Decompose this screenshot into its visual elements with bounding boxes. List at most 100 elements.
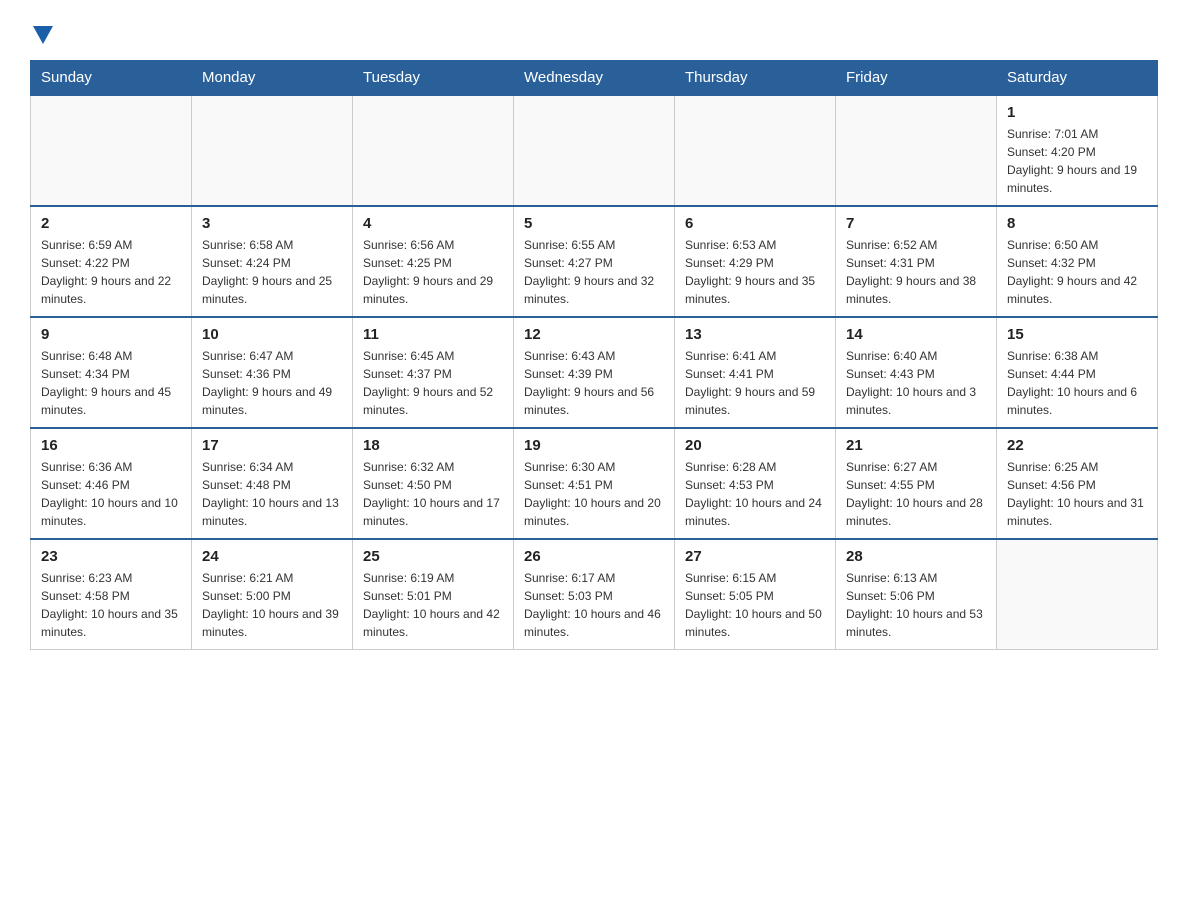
calendar-week-row: 9 Sunrise: 6:48 AMSunset: 4:34 PMDaylight… <box>31 317 1158 428</box>
calendar-cell: 6 Sunrise: 6:53 AMSunset: 4:29 PMDaylight… <box>675 206 836 317</box>
calendar-cell <box>997 539 1158 650</box>
day-number: 25 <box>363 548 503 565</box>
calendar-cell: 9 Sunrise: 6:48 AMSunset: 4:34 PMDaylight… <box>31 317 192 428</box>
day-info: Sunrise: 6:40 AMSunset: 4:43 PMDaylight:… <box>846 347 986 419</box>
day-info: Sunrise: 6:38 AMSunset: 4:44 PMDaylight:… <box>1007 347 1147 419</box>
day-info: Sunrise: 6:34 AMSunset: 4:48 PMDaylight:… <box>202 458 342 530</box>
day-number: 13 <box>685 326 825 343</box>
calendar-cell: 27 Sunrise: 6:15 AMSunset: 5:05 PMDayligh… <box>675 539 836 650</box>
calendar-cell: 13 Sunrise: 6:41 AMSunset: 4:41 PMDayligh… <box>675 317 836 428</box>
day-info: Sunrise: 6:47 AMSunset: 4:36 PMDaylight:… <box>202 347 342 419</box>
weekday-header-saturday: Saturday <box>997 61 1158 96</box>
calendar-cell: 8 Sunrise: 6:50 AMSunset: 4:32 PMDaylight… <box>997 206 1158 317</box>
day-info: Sunrise: 6:52 AMSunset: 4:31 PMDaylight:… <box>846 236 986 308</box>
day-number: 10 <box>202 326 342 343</box>
day-info: Sunrise: 6:41 AMSunset: 4:41 PMDaylight:… <box>685 347 825 419</box>
day-info: Sunrise: 6:15 AMSunset: 5:05 PMDaylight:… <box>685 569 825 641</box>
day-info: Sunrise: 6:53 AMSunset: 4:29 PMDaylight:… <box>685 236 825 308</box>
day-number: 22 <box>1007 437 1147 454</box>
day-number: 9 <box>41 326 181 343</box>
day-number: 26 <box>524 548 664 565</box>
day-info: Sunrise: 6:13 AMSunset: 5:06 PMDaylight:… <box>846 569 986 641</box>
day-number: 8 <box>1007 215 1147 232</box>
calendar-cell: 24Sunrise: 6:21 AMSunset: 5:00 PMDayligh… <box>192 539 353 650</box>
day-number: 23 <box>41 548 181 565</box>
day-number: 2 <box>41 215 181 232</box>
day-info: Sunrise: 6:55 AMSunset: 4:27 PMDaylight:… <box>524 236 664 308</box>
day-number: 6 <box>685 215 825 232</box>
calendar-cell <box>514 95 675 206</box>
weekday-header-friday: Friday <box>836 61 997 96</box>
weekday-header-tuesday: Tuesday <box>353 61 514 96</box>
day-number: 27 <box>685 548 825 565</box>
calendar-cell: 7 Sunrise: 6:52 AMSunset: 4:31 PMDaylight… <box>836 206 997 317</box>
day-info: Sunrise: 6:27 AMSunset: 4:55 PMDaylight:… <box>846 458 986 530</box>
calendar-table: SundayMondayTuesdayWednesdayThursdayFrid… <box>30 60 1158 650</box>
day-info: Sunrise: 6:28 AMSunset: 4:53 PMDaylight:… <box>685 458 825 530</box>
calendar-cell <box>353 95 514 206</box>
calendar-cell: 19 Sunrise: 6:30 AMSunset: 4:51 PMDayligh… <box>514 428 675 539</box>
day-info: Sunrise: 6:19 AMSunset: 5:01 PMDaylight:… <box>363 569 503 641</box>
day-number: 12 <box>524 326 664 343</box>
calendar-cell: 26 Sunrise: 6:17 AMSunset: 5:03 PMDayligh… <box>514 539 675 650</box>
calendar-cell: 2 Sunrise: 6:59 AMSunset: 4:22 PMDaylight… <box>31 206 192 317</box>
day-info: Sunrise: 6:23 AMSunset: 4:58 PMDaylight:… <box>41 569 181 641</box>
weekday-header-wednesday: Wednesday <box>514 61 675 96</box>
day-info: Sunrise: 6:48 AMSunset: 4:34 PMDaylight:… <box>41 347 181 419</box>
day-number: 19 <box>524 437 664 454</box>
day-info: Sunrise: 6:56 AMSunset: 4:25 PMDaylight:… <box>363 236 503 308</box>
calendar-cell: 22 Sunrise: 6:25 AMSunset: 4:56 PMDayligh… <box>997 428 1158 539</box>
calendar-week-row: 23 Sunrise: 6:23 AMSunset: 4:58 PMDayligh… <box>31 539 1158 650</box>
day-info: Sunrise: 6:25 AMSunset: 4:56 PMDaylight:… <box>1007 458 1147 530</box>
calendar-week-row: 16 Sunrise: 6:36 AMSunset: 4:46 PMDayligh… <box>31 428 1158 539</box>
calendar-cell: 18 Sunrise: 6:32 AMSunset: 4:50 PMDayligh… <box>353 428 514 539</box>
calendar-cell: 4 Sunrise: 6:56 AMSunset: 4:25 PMDaylight… <box>353 206 514 317</box>
calendar-cell: 5 Sunrise: 6:55 AMSunset: 4:27 PMDaylight… <box>514 206 675 317</box>
day-info: Sunrise: 6:36 AMSunset: 4:46 PMDaylight:… <box>41 458 181 530</box>
day-info: Sunrise: 6:59 AMSunset: 4:22 PMDaylight:… <box>41 236 181 308</box>
day-info: Sunrise: 6:30 AMSunset: 4:51 PMDaylight:… <box>524 458 664 530</box>
logo-triangle-icon <box>33 26 53 44</box>
calendar-cell: 28 Sunrise: 6:13 AMSunset: 5:06 PMDayligh… <box>836 539 997 650</box>
calendar-cell: 10 Sunrise: 6:47 AMSunset: 4:36 PMDayligh… <box>192 317 353 428</box>
day-info: Sunrise: 6:58 AMSunset: 4:24 PMDaylight:… <box>202 236 342 308</box>
calendar-cell: 15 Sunrise: 6:38 AMSunset: 4:44 PMDayligh… <box>997 317 1158 428</box>
day-number: 18 <box>363 437 503 454</box>
day-number: 21 <box>846 437 986 454</box>
calendar-cell <box>675 95 836 206</box>
day-info: Sunrise: 6:17 AMSunset: 5:03 PMDaylight:… <box>524 569 664 641</box>
calendar-cell: 14 Sunrise: 6:40 AMSunset: 4:43 PMDayligh… <box>836 317 997 428</box>
calendar-cell <box>836 95 997 206</box>
day-info: Sunrise: 6:45 AMSunset: 4:37 PMDaylight:… <box>363 347 503 419</box>
calendar-cell: 12 Sunrise: 6:43 AMSunset: 4:39 PMDayligh… <box>514 317 675 428</box>
weekday-header-thursday: Thursday <box>675 61 836 96</box>
calendar-cell <box>192 95 353 206</box>
day-number: 16 <box>41 437 181 454</box>
calendar-cell <box>31 95 192 206</box>
day-number: 14 <box>846 326 986 343</box>
day-number: 28 <box>846 548 986 565</box>
day-number: 1 <box>1007 104 1147 121</box>
day-number: 24 <box>202 548 342 565</box>
day-number: 17 <box>202 437 342 454</box>
day-number: 4 <box>363 215 503 232</box>
day-info: Sunrise: 6:32 AMSunset: 4:50 PMDaylight:… <box>363 458 503 530</box>
calendar-cell: 20 Sunrise: 6:28 AMSunset: 4:53 PMDayligh… <box>675 428 836 539</box>
calendar-cell: 21 Sunrise: 6:27 AMSunset: 4:55 PMDayligh… <box>836 428 997 539</box>
day-number: 20 <box>685 437 825 454</box>
calendar-cell: 1Sunrise: 7:01 AMSunset: 4:20 PMDaylight… <box>997 95 1158 206</box>
day-number: 7 <box>846 215 986 232</box>
calendar-cell: 17 Sunrise: 6:34 AMSunset: 4:48 PMDayligh… <box>192 428 353 539</box>
day-number: 15 <box>1007 326 1147 343</box>
day-number: 5 <box>524 215 664 232</box>
day-info: Sunrise: 6:50 AMSunset: 4:32 PMDaylight:… <box>1007 236 1147 308</box>
calendar-cell: 11Sunrise: 6:45 AMSunset: 4:37 PMDayligh… <box>353 317 514 428</box>
weekday-header-sunday: Sunday <box>31 61 192 96</box>
weekday-header-monday: Monday <box>192 61 353 96</box>
calendar-week-row: 2 Sunrise: 6:59 AMSunset: 4:22 PMDaylight… <box>31 206 1158 317</box>
calendar-cell: 3 Sunrise: 6:58 AMSunset: 4:24 PMDaylight… <box>192 206 353 317</box>
calendar-cell: 16 Sunrise: 6:36 AMSunset: 4:46 PMDayligh… <box>31 428 192 539</box>
page-header <box>30 24 1158 42</box>
day-number: 3 <box>202 215 342 232</box>
day-info: Sunrise: 6:43 AMSunset: 4:39 PMDaylight:… <box>524 347 664 419</box>
